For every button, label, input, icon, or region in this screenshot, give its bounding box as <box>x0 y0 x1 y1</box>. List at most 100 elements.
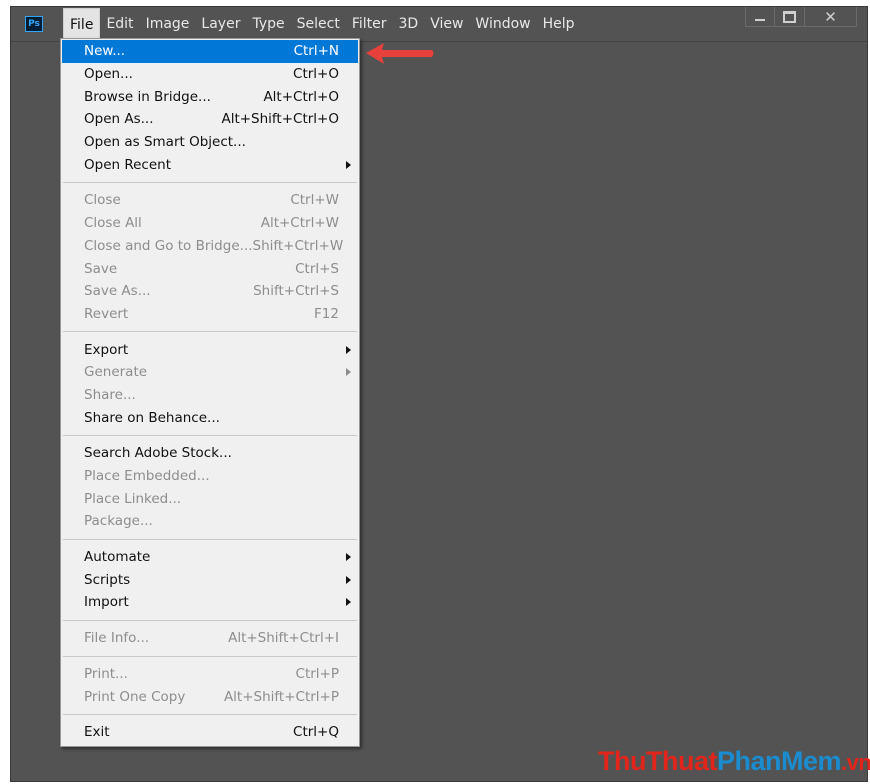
submenu-arrow-icon <box>346 345 351 354</box>
menu-item-save[interactable]: Save Ctrl+S <box>61 257 359 280</box>
menu-item-exit[interactable]: Exit Ctrl+Q <box>61 721 359 744</box>
menu-item-label: Generate <box>84 364 148 381</box>
menu-item-label: Close <box>84 192 121 209</box>
menu-item-shortcut: Alt+Shift+Ctrl+I <box>228 630 339 647</box>
menu-item-print-one-copy[interactable]: Print One Copy Alt+Shift+Ctrl+P <box>61 685 359 708</box>
menu-select[interactable]: Select <box>291 7 346 41</box>
window-controls: ✕ <box>745 7 857 27</box>
menu-type[interactable]: Type <box>246 7 290 41</box>
menu-item-label: Revert <box>84 305 129 322</box>
menu-item-shortcut: Shift+Ctrl+W <box>252 237 344 254</box>
menu-item-label: Scripts <box>84 571 131 588</box>
menu-item-new[interactable]: New... Ctrl+N <box>62 40 358 63</box>
menu-item-label: Package... <box>84 513 153 530</box>
watermark: ThuThuatPhanMem.vn <box>598 746 870 777</box>
menu-item-print[interactable]: Print... Ctrl+P <box>61 663 359 686</box>
menu-filter[interactable]: Filter <box>346 7 393 41</box>
menu-item-shortcut: Shift+Ctrl+S <box>253 283 339 300</box>
menu-item-shortcut: Ctrl+Q <box>293 724 339 741</box>
watermark-part3: .vn <box>841 750 870 775</box>
menu-separator <box>63 331 357 333</box>
menu-item-export[interactable]: Export <box>61 338 359 361</box>
title-bar: Ps File Edit Image Layer Type Select Filter 3D V… <box>11 7 867 42</box>
submenu-arrow-icon <box>346 553 351 562</box>
menu-item-label: Close All <box>84 215 142 232</box>
menu-item-label: New... <box>84 43 126 60</box>
menu-item-label: Open as Smart Object... <box>84 134 246 151</box>
menu-item-shortcut: Alt+Ctrl+W <box>260 215 339 232</box>
menu-item-label: Search Adobe Stock... <box>84 445 232 462</box>
menu-item-label: Place Linked... <box>84 490 182 507</box>
menu-item-package[interactable]: Package... <box>61 510 359 533</box>
menu-edit[interactable]: Edit <box>100 7 139 41</box>
menu-item-label: Place Embedded... <box>84 468 210 485</box>
menu-item-label: Print One Copy <box>84 688 186 705</box>
menu-item-open-as[interactable]: Open As... Alt+Shift+Ctrl+O <box>61 108 359 131</box>
menu-item-label: File Info... <box>84 630 150 647</box>
menu-item-label: Open... <box>84 66 133 83</box>
menu-item-search-adobe-stock[interactable]: Search Adobe Stock... <box>61 442 359 465</box>
menu-item-shortcut: Ctrl+S <box>295 260 339 277</box>
menu-view[interactable]: View <box>424 7 469 41</box>
menu-item-close[interactable]: Close Ctrl+W <box>61 189 359 212</box>
annotation-arrow-icon <box>366 43 434 64</box>
menu-item-close-and-go-to-bridge[interactable]: Close and Go to Bridge... Shift+Ctrl+W <box>61 235 359 258</box>
menu-item-label: Share... <box>84 386 136 403</box>
watermark-part1: ThuThuat <box>598 746 717 776</box>
menu-item-generate[interactable]: Generate <box>61 361 359 384</box>
maximize-button[interactable] <box>775 7 805 27</box>
menu-item-label: Print... <box>84 665 128 682</box>
minimize-button[interactable] <box>745 7 775 27</box>
menu-item-file-info[interactable]: File Info... Alt+Shift+Ctrl+I <box>61 627 359 650</box>
close-button[interactable]: ✕ <box>805 7 857 27</box>
menu-separator <box>63 619 357 621</box>
menu-item-label: Open Recent <box>84 156 172 173</box>
close-icon: ✕ <box>824 7 837 26</box>
menu-item-place-embedded[interactable]: Place Embedded... <box>61 465 359 488</box>
menu-window[interactable]: Window <box>469 7 536 41</box>
menu-help[interactable]: Help <box>537 7 581 41</box>
menu-layer[interactable]: Layer <box>195 7 246 41</box>
menu-item-browse-in-bridge[interactable]: Browse in Bridge... Alt+Ctrl+O <box>61 85 359 108</box>
menu-item-import[interactable]: Import <box>61 591 359 614</box>
menu-item-share-on-behance[interactable]: Share on Behance... <box>61 406 359 429</box>
file-menu-dropdown: New... Ctrl+N Open... Ctrl+O Browse in Bridg… <box>60 38 360 747</box>
menu-item-label: Close and Go to Bridge... <box>84 237 253 254</box>
menu-item-open-recent[interactable]: Open Recent <box>61 153 359 176</box>
menu-separator <box>63 655 357 657</box>
menu-item-place-linked[interactable]: Place Linked... <box>61 487 359 510</box>
menu-item-shortcut: Alt+Shift+Ctrl+O <box>221 111 339 128</box>
minimize-icon <box>755 18 765 21</box>
menu-item-open-as-smart-object[interactable]: Open as Smart Object... <box>61 131 359 154</box>
menu-item-shortcut: Ctrl+O <box>293 66 339 83</box>
menu-item-shortcut: Ctrl+N <box>293 43 339 60</box>
menu-file[interactable]: File <box>63 8 101 40</box>
menu-item-label: Share on Behance... <box>84 409 220 426</box>
menu-bar: File Edit Image Layer Type Select Filter 3D View… <box>63 7 581 41</box>
menu-separator <box>63 182 357 184</box>
menu-item-automate[interactable]: Automate <box>61 546 359 569</box>
menu-item-open[interactable]: Open... Ctrl+O <box>61 63 359 86</box>
menu-3d[interactable]: 3D <box>393 7 425 41</box>
menu-item-shortcut: Alt+Shift+Ctrl+P <box>223 688 339 705</box>
menu-item-label: Open As... <box>84 111 154 128</box>
watermark-part2: PhanMem <box>716 746 842 776</box>
menu-separator <box>63 435 357 436</box>
menu-item-shortcut: Ctrl+P <box>295 665 339 682</box>
menu-item-close-all[interactable]: Close All Alt+Ctrl+W <box>61 212 359 235</box>
maximize-icon <box>783 10 796 23</box>
menu-separator <box>63 713 357 715</box>
menu-image[interactable]: Image <box>140 7 196 41</box>
submenu-arrow-icon <box>346 160 351 169</box>
menu-item-label: Save <box>84 260 118 277</box>
menu-item-label: Save As... <box>84 283 151 300</box>
menu-item-revert[interactable]: Revert F12 <box>61 303 359 326</box>
menu-item-label: Exit <box>84 724 110 741</box>
submenu-arrow-icon <box>346 575 351 584</box>
submenu-arrow-icon <box>346 368 351 377</box>
menu-item-label: Import <box>84 594 129 611</box>
menu-item-save-as[interactable]: Save As... Shift+Ctrl+S <box>61 280 359 303</box>
menu-item-share[interactable]: Share... <box>61 384 359 407</box>
menu-item-scripts[interactable]: Scripts <box>61 568 359 591</box>
photoshop-logo-icon: Ps <box>25 16 43 32</box>
